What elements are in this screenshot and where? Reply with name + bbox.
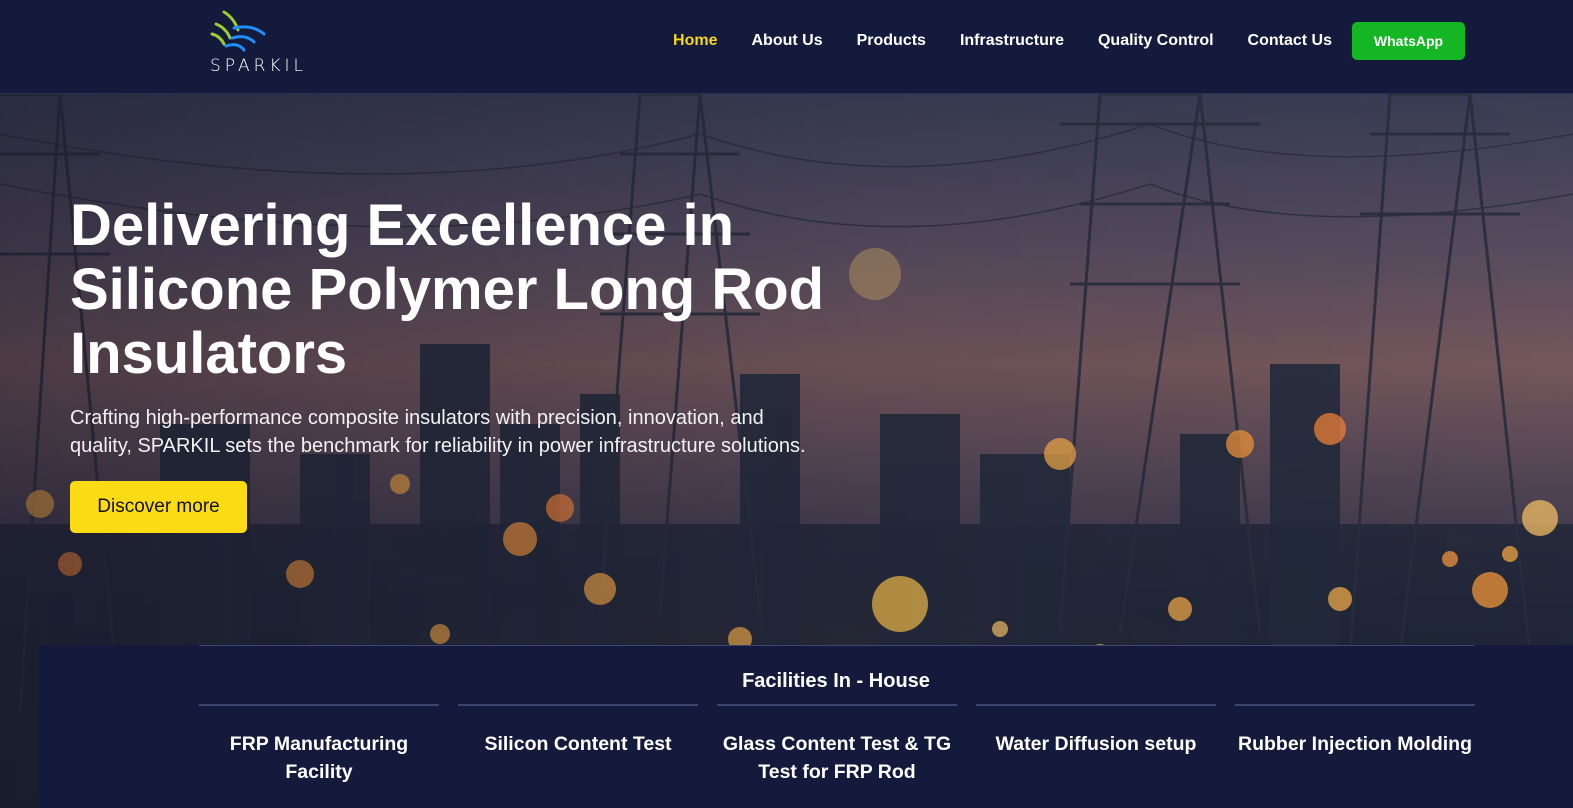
facility-item[interactable]: Water Diffusion setup [976,704,1216,808]
facilities-divider [199,645,1474,646]
facility-item[interactable]: FRP Manufacturing Facility [199,704,439,808]
main-nav: Home About Us Products Infrastructure Qu… [639,0,1465,82]
facility-item[interactable]: Rubber Injection Molding [1235,704,1475,808]
brand-wordmark: SPARKIL [210,56,308,76]
facility-label: Rubber Injection Molding [1238,733,1472,755]
facility-divider [976,704,1216,706]
facility-divider [199,704,439,706]
brand-logo[interactable]: SPARKIL [208,10,328,76]
nav-item-about-us[interactable]: About Us [752,32,823,50]
facility-divider [1235,704,1475,706]
facility-divider [717,704,957,706]
nav-item-quality-control[interactable]: Quality Control [1098,32,1214,50]
facility-label: FRP Manufacturing Facility [229,733,409,783]
discover-more-button[interactable]: Discover more [70,481,247,533]
nav-item-contact-us[interactable]: Contact Us [1248,32,1332,50]
nav-item-products[interactable]: Products [857,32,926,50]
facility-label: Silicon Content Test [484,733,672,755]
site-header: SPARKIL Home About Us Products Infrastru… [0,0,1573,94]
nav-item-home[interactable]: Home [673,32,717,50]
facility-divider [458,704,698,706]
facilities-panel: Facilities In - House FRP Manufacturing … [39,645,1573,808]
hero-subtitle: Crafting high-performance composite insu… [70,407,806,457]
hero-title: Delivering Excellence in Silicone Polyme… [70,193,825,386]
facility-label: Water Diffusion setup [995,733,1197,755]
logo-arcs-icon [210,10,266,52]
facilities-title: Facilities In - House [742,670,930,692]
nav-item-infrastructure[interactable]: Infrastructure [960,32,1064,50]
whatsapp-button[interactable]: WhatsApp [1352,22,1465,60]
facility-item[interactable]: Silicon Content Test [458,704,698,808]
facility-label: Glass Content Test & TG Test for FRP Rod [722,733,952,783]
facility-item[interactable]: Glass Content Test & TG Test for FRP Rod [717,704,957,808]
